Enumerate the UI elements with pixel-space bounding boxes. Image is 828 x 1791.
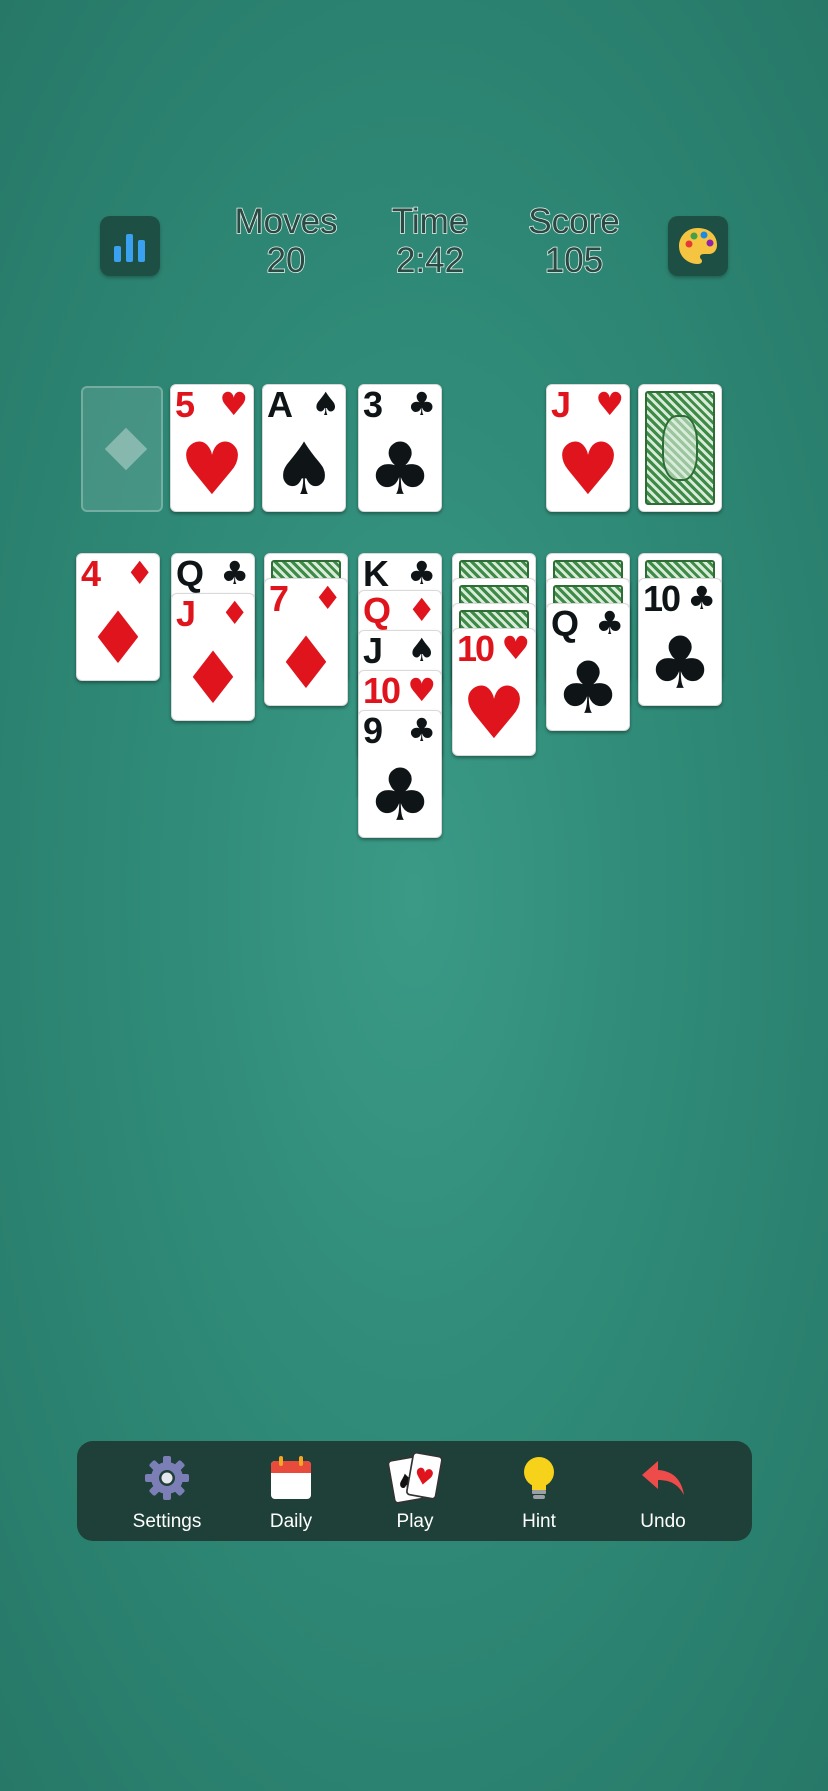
undo-button[interactable]: Undo — [603, 1441, 723, 1541]
card-rank: K — [363, 553, 389, 594]
card-rank: A — [267, 384, 293, 425]
hint-button[interactable]: Hint — [479, 1441, 599, 1541]
card-rank: 9 — [363, 710, 383, 751]
moves-value: 20 — [266, 241, 306, 280]
calendar-icon — [271, 1456, 311, 1499]
daily-button[interactable]: Daily — [231, 1441, 351, 1541]
spade-icon: ♠ — [271, 427, 337, 511]
bar-chart-icon — [114, 234, 145, 262]
daily-label: Daily — [269, 1511, 313, 1532]
club-icon: ♣ — [595, 604, 624, 642]
card-rank: J — [363, 630, 383, 671]
card-rank: Q — [551, 603, 579, 644]
diamond-icon: ♦ — [180, 636, 246, 720]
time-value: 2:42 — [395, 241, 465, 280]
diamond-icon: ♦ — [407, 591, 436, 629]
theme-button[interactable] — [668, 216, 728, 276]
foundation-card-1[interactable]: 5 ♥ ♥ — [170, 384, 254, 512]
club-icon: ♣ — [687, 579, 716, 617]
card-rank: J — [176, 593, 196, 634]
play-button[interactable]: ♠ ♥ Play — [355, 1441, 475, 1541]
tableau-col1-card-1[interactable]: 4 ♦ ♦ — [76, 553, 160, 681]
club-icon: ♣ — [367, 753, 433, 837]
tableau-col7-card-1[interactable]: 10 ♣ ♣ — [638, 578, 722, 706]
tableau-col3-card-1[interactable]: 7 ♦ ♦ — [264, 578, 348, 706]
heart-icon: ♥ — [501, 629, 530, 667]
tableau-col4-card-5[interactable]: 9 ♣ ♣ — [358, 710, 442, 838]
bottom-toolbar: Settings Daily ♠ ♥ Play Hint Undo — [77, 1441, 752, 1541]
diamond-icon: ♦ — [220, 594, 249, 632]
diamond-placeholder-icon — [104, 427, 148, 471]
score-stat: Score 105 — [504, 202, 644, 280]
diamond-icon: ♦ — [85, 596, 151, 680]
heart-icon: ♥ — [595, 385, 624, 423]
empty-foundation-slot[interactable] — [81, 386, 163, 512]
moves-label: Moves — [234, 202, 339, 241]
time-stat: Time 2:42 — [360, 202, 500, 280]
club-icon: ♣ — [555, 646, 621, 730]
heart-icon: ♥ — [407, 671, 436, 709]
card-rank: J — [551, 384, 571, 425]
foundation-card-3[interactable]: 3 ♣ ♣ — [358, 384, 442, 512]
gear-icon — [145, 1456, 189, 1500]
moves-stat: Moves 20 — [216, 202, 356, 280]
stats-button[interactable] — [100, 216, 160, 276]
club-icon: ♣ — [220, 554, 249, 592]
diamond-icon: ♦ — [273, 621, 339, 705]
card-rank: 10 — [643, 578, 681, 619]
club-icon: ♣ — [367, 427, 433, 511]
lightbulb-icon — [524, 1457, 554, 1499]
card-rank: 3 — [363, 384, 383, 425]
undo-label: Undo — [640, 1511, 686, 1532]
spade-icon: ♠ — [407, 631, 436, 669]
spade-icon: ♠ — [311, 385, 340, 423]
card-back-pattern — [645, 391, 715, 505]
card-rank: Q — [363, 590, 391, 631]
tableau-col5-card-1[interactable]: 10 ♥ ♥ — [452, 628, 536, 756]
cards-icon: ♠ ♥ — [387, 1451, 443, 1504]
card-rank: Q — [176, 553, 204, 594]
diamond-icon: ♦ — [313, 579, 342, 617]
card-rank: 10 — [457, 628, 495, 669]
time-label: Time — [391, 202, 469, 241]
foundation-card-2[interactable]: A ♠ ♠ — [262, 384, 346, 512]
heart-icon: ♥ — [219, 385, 248, 423]
card-rank: 5 — [175, 384, 195, 425]
palette-icon — [679, 228, 717, 264]
settings-button[interactable]: Settings — [107, 1441, 227, 1541]
card-rank: 7 — [269, 578, 289, 619]
card-rank: 4 — [81, 553, 101, 594]
stock-pile[interactable] — [638, 384, 722, 512]
club-icon: ♣ — [407, 711, 436, 749]
score-value: 105 — [544, 241, 604, 280]
diamond-icon: ♦ — [125, 554, 154, 592]
heart-icon: ♥ — [179, 427, 245, 511]
undo-arrow-icon — [642, 1461, 684, 1495]
waste-card[interactable]: J ♥ ♥ — [546, 384, 630, 512]
tableau-col2-card-2[interactable]: J ♦ ♦ — [171, 593, 255, 721]
heart-icon: ♥ — [555, 427, 621, 511]
tableau-col6-card-1[interactable]: Q ♣ ♣ — [546, 603, 630, 731]
play-label: Play — [396, 1511, 434, 1532]
heart-icon: ♥ — [461, 671, 527, 755]
settings-label: Settings — [132, 1511, 202, 1532]
club-icon: ♣ — [647, 621, 713, 705]
club-icon: ♣ — [407, 554, 436, 592]
score-label: Score — [528, 202, 621, 241]
hint-label: Hint — [522, 1511, 556, 1532]
club-icon: ♣ — [407, 385, 436, 423]
card-rank: 10 — [363, 670, 401, 711]
